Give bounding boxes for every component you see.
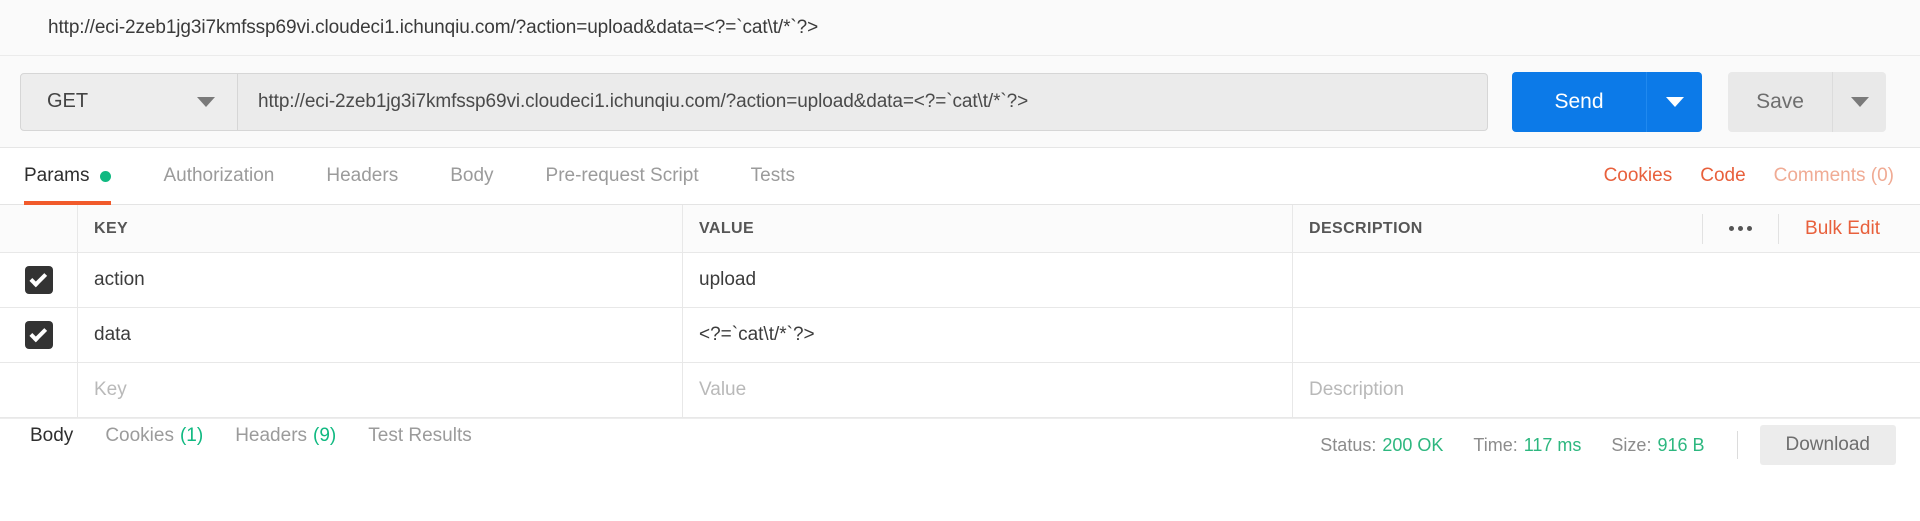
size-label: Size: [1611, 434, 1652, 455]
comments-link[interactable]: Comments (0) [1774, 165, 1894, 187]
row-key-value: action [94, 269, 145, 290]
window-title-bar: http://eci-2zeb1jg3i7kmfssp69vi.cloudeci… [0, 0, 1920, 56]
response-meta: Status: 200 OK Time: 117 ms Size: 916 B Dow… [1290, 425, 1920, 465]
empty-row-description-cell[interactable]: Description [1293, 363, 1920, 417]
tab-params[interactable]: Params [0, 148, 137, 205]
response-bar: Body Cookies (1) Headers (9) Test Results … [0, 418, 1920, 465]
save-button-group: Save [1728, 71, 1886, 132]
table-row[interactable]: data <?=`cat\t/*`?> [0, 308, 1920, 363]
status-badge: Status: 200 OK [1320, 435, 1443, 456]
more-options-icon[interactable] [1702, 213, 1780, 244]
url-input[interactable]: http://eci-2zeb1jg3i7kmfssp69vi.cloudeci… [238, 72, 1488, 131]
response-tab-body[interactable]: Body [14, 425, 89, 447]
time-label: Time: [1473, 434, 1518, 455]
tab-params-label: Params [24, 165, 90, 186]
row-key-cell[interactable]: action [78, 253, 683, 307]
header-key-label: KEY [94, 219, 129, 237]
send-button-group: Send [1512, 71, 1702, 132]
save-options-button[interactable] [1832, 71, 1886, 132]
header-description-label: DESCRIPTION [1309, 219, 1423, 237]
header-value-label: VALUE [699, 219, 755, 237]
cookies-link[interactable]: Cookies [1604, 165, 1673, 187]
params-table-header: KEY VALUE DESCRIPTION Bulk Edit [0, 205, 1920, 253]
header-checkbox-cell [0, 205, 78, 252]
http-method-label: GET [47, 90, 89, 112]
tab-headers-label: Headers [326, 165, 399, 186]
header-description-cell: DESCRIPTION Bulk Edit [1293, 205, 1920, 252]
time-value: 117 ms [1523, 434, 1582, 455]
row-value-value: upload [699, 269, 757, 290]
tab-tests-label: Tests [750, 165, 795, 186]
header-value-cell: VALUE [683, 205, 1293, 252]
request-tabs-bar: Params Authorization Headers Body Pre-re… [0, 148, 1920, 205]
response-tab-test-results[interactable]: Test Results [352, 425, 487, 447]
download-button[interactable]: Download [1759, 425, 1896, 465]
http-method-select[interactable]: GET [20, 72, 238, 131]
page-title: http://eci-2zeb1jg3i7kmfssp69vi.cloudeci… [48, 16, 819, 38]
size-badge: Size: 916 B [1611, 435, 1704, 456]
header-key-cell: KEY [78, 205, 683, 252]
row-key-cell[interactable]: data [78, 308, 683, 362]
chevron-down-icon [1665, 96, 1684, 107]
empty-row-key-placeholder: Key [94, 379, 127, 400]
row-value-value: <?=`cat\t/*`?> [699, 324, 815, 345]
chevron-down-icon [197, 96, 215, 107]
row-enabled-checkbox[interactable] [24, 321, 53, 349]
response-tabs: Body Cookies (1) Headers (9) Test Results [0, 425, 488, 447]
tab-authorization-label: Authorization [163, 165, 275, 186]
response-tab-test-results-label: Test Results [368, 425, 472, 446]
params-table: KEY VALUE DESCRIPTION Bulk Edit action u… [0, 205, 1920, 418]
empty-row-description-placeholder: Description [1309, 379, 1405, 400]
size-value: 916 B [1657, 434, 1705, 455]
row-description-cell[interactable] [1293, 253, 1920, 307]
table-row-empty[interactable]: Key Value Description [0, 363, 1920, 418]
response-tab-cookies-count: (1) [179, 425, 204, 446]
row-checkbox-cell [0, 308, 78, 362]
chevron-down-icon [1850, 96, 1869, 107]
request-tabs: Params Authorization Headers Body Pre-re… [0, 148, 821, 205]
tab-authorization[interactable]: Authorization [137, 148, 300, 204]
response-tab-body-label: Body [30, 425, 74, 446]
row-description-cell[interactable] [1293, 308, 1920, 362]
response-tab-headers-count: (9) [313, 425, 337, 446]
tab-pre-request-script[interactable]: Pre-request Script [520, 148, 725, 204]
empty-row-value-cell[interactable]: Value [683, 363, 1293, 417]
code-link[interactable]: Code [1700, 165, 1745, 187]
header-actions: Bulk Edit [1702, 213, 1904, 244]
request-url-bar: GET http://eci-2zeb1jg3i7kmfssp69vi.clou… [0, 56, 1920, 148]
save-button[interactable]: Save [1728, 71, 1832, 132]
send-button[interactable]: Send [1512, 71, 1646, 132]
response-tab-cookies[interactable]: Cookies (1) [89, 425, 219, 447]
tab-body[interactable]: Body [424, 148, 519, 204]
row-value-cell[interactable]: upload [683, 253, 1293, 307]
response-tab-cookies-label: Cookies [105, 425, 174, 446]
url-input-value: http://eci-2zeb1jg3i7kmfssp69vi.cloudeci… [258, 90, 1029, 112]
check-icon [28, 324, 47, 342]
status-value: 200 OK [1382, 434, 1444, 455]
row-value-cell[interactable]: <?=`cat\t/*`?> [683, 308, 1293, 362]
row-key-value: data [94, 324, 131, 345]
response-tab-headers-label: Headers [235, 425, 308, 446]
status-label: Status: [1320, 434, 1377, 455]
table-row[interactable]: action upload [0, 253, 1920, 308]
tab-body-label: Body [450, 165, 494, 186]
params-modified-dot-icon [100, 170, 112, 182]
empty-row-checkbox-cell [0, 363, 78, 417]
tab-tests[interactable]: Tests [725, 148, 821, 204]
response-tab-headers[interactable]: Headers (9) [219, 425, 352, 447]
tab-headers[interactable]: Headers [300, 148, 424, 204]
bulk-edit-link[interactable]: Bulk Edit [1779, 218, 1904, 240]
row-enabled-checkbox[interactable] [24, 266, 53, 294]
request-tab-actions: Cookies Code Comments (0) [1576, 148, 1894, 204]
empty-row-key-cell[interactable]: Key [78, 363, 683, 417]
send-options-button[interactable] [1646, 71, 1702, 132]
check-icon [28, 269, 47, 287]
divider [1736, 431, 1738, 459]
time-badge: Time: 117 ms [1473, 435, 1581, 456]
empty-row-value-placeholder: Value [699, 379, 747, 400]
tab-pre-request-script-label: Pre-request Script [545, 165, 699, 186]
row-checkbox-cell [0, 253, 78, 307]
